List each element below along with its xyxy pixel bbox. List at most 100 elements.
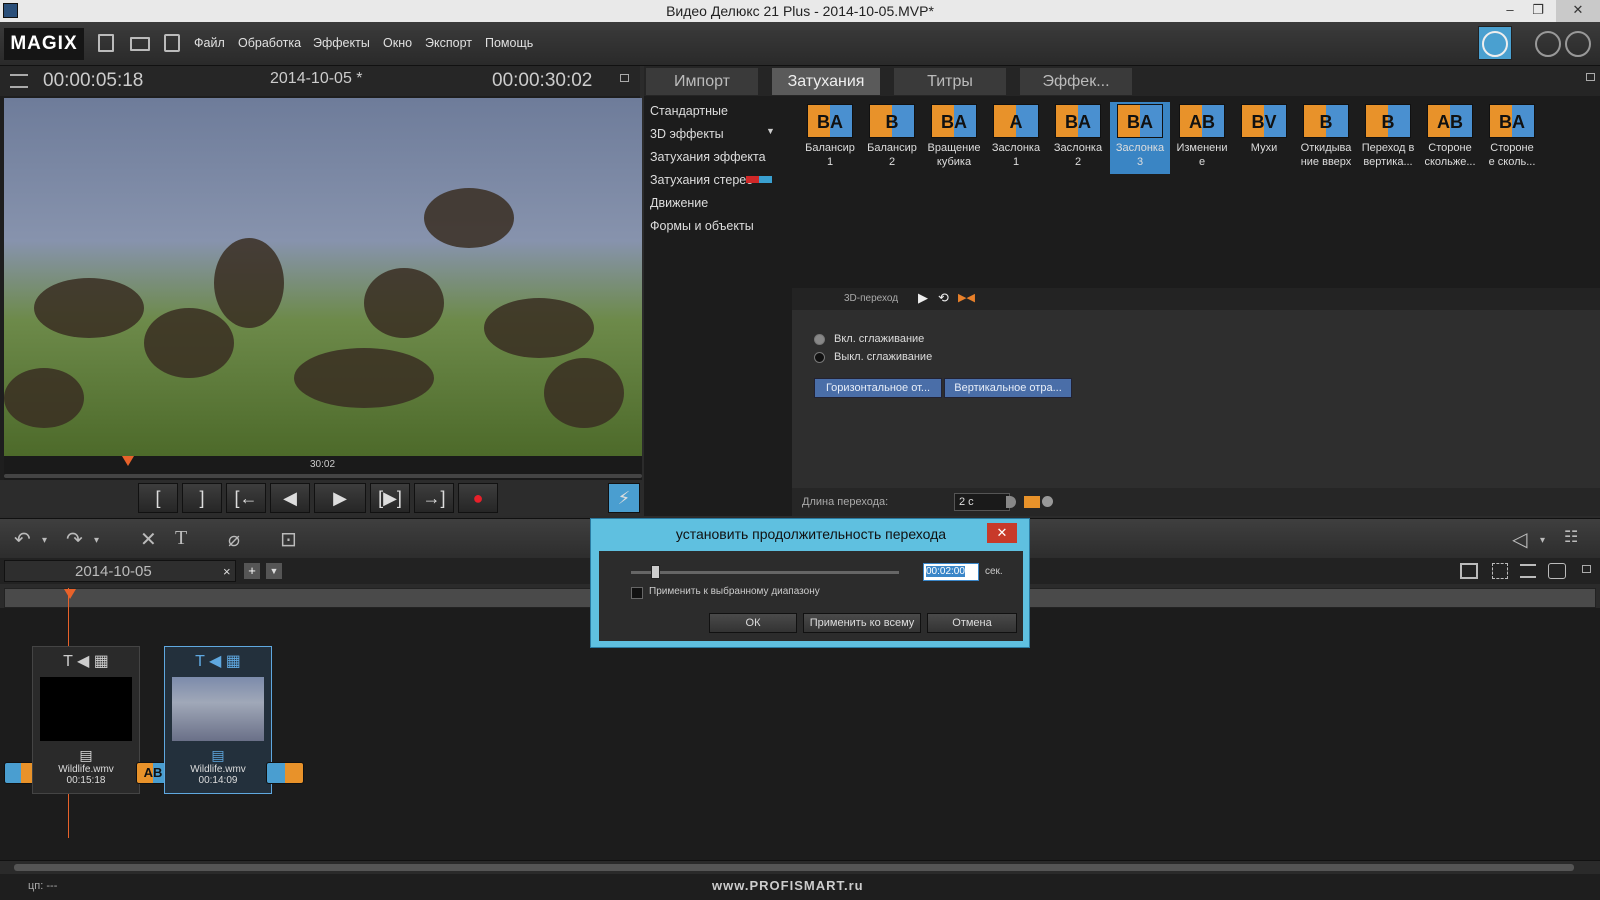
redo-icon[interactable]: ↷ (66, 527, 83, 552)
chevron-down-icon[interactable]: ▾ (94, 535, 99, 546)
online-icon[interactable] (1565, 31, 1591, 57)
transition-tile[interactable]: AB Стороне скольже... (1420, 102, 1480, 169)
transition-tile[interactable]: BA Балансир 1 (800, 102, 860, 169)
snapshot-icon[interactable]: ⊡ (280, 527, 297, 552)
storyboard-view-icon[interactable] (1492, 563, 1508, 579)
save-icon[interactable] (164, 34, 180, 52)
category-stereo-fades[interactable]: Затухания стерео (650, 173, 753, 187)
title-icon[interactable]: T (195, 653, 204, 670)
timeline-clip[interactable]: T ◀ ▦ ▤ Wildlife.wmv 00:15:18 (32, 646, 140, 794)
single-view-icon[interactable] (1460, 563, 1478, 579)
mixer-icon[interactable]: ☷ (1564, 527, 1578, 547)
title-icon[interactable]: T (175, 527, 187, 550)
ok-button[interactable]: ОК (709, 613, 797, 633)
tab-effects[interactable]: Эффек... (1020, 68, 1132, 95)
horizontal-scrollbar[interactable] (0, 860, 1600, 874)
menu-icon[interactable] (10, 74, 28, 88)
transition-tile[interactable]: AB Изменени е (1172, 102, 1232, 169)
category-shapes[interactable]: Формы и объекты (650, 219, 754, 233)
duration-input[interactable]: 00:02:00 (923, 563, 979, 581)
overview-icon[interactable] (1548, 563, 1566, 579)
mark-in-button[interactable]: [ (138, 483, 178, 513)
flip-vertical-button[interactable]: Вертикальное отра... (944, 378, 1072, 398)
close-button[interactable]: ✕ (1556, 0, 1600, 22)
undo-icon[interactable]: ↶ (14, 527, 31, 552)
duration-slider-track[interactable] (631, 571, 899, 574)
radio-smoothing-off[interactable] (814, 352, 825, 363)
length-spin-icon[interactable] (1006, 496, 1016, 508)
transition-tile[interactable]: BV Мухи (1234, 102, 1294, 155)
menu-export[interactable]: Экспорт (425, 36, 472, 50)
speaker-icon[interactable]: ◁ (1512, 527, 1527, 552)
scrub-bar[interactable]: 30:02 (4, 456, 642, 480)
title-icon[interactable]: T (63, 653, 72, 670)
previous-frame-button[interactable]: ◀ (270, 483, 310, 513)
transition-tile[interactable]: BA Заслонка 2 (1048, 102, 1108, 169)
minimize-button[interactable]: – (1496, 0, 1524, 22)
menu-help[interactable]: Помощь (485, 36, 533, 50)
maximize-button[interactable]: ❐ (1524, 0, 1552, 22)
menu-edit[interactable]: Обработка (238, 36, 301, 50)
flip-horizontal-button[interactable]: Горизонтальное от... (814, 378, 942, 398)
tab-titles[interactable]: Титры (894, 68, 1006, 95)
transition-tile[interactable]: BA Вращение кубика (924, 102, 984, 169)
transition-tile[interactable]: B Откидыва ние вверх (1296, 102, 1356, 169)
effects-icon[interactable]: ▦ (226, 653, 241, 670)
category-effect-fades[interactable]: Затухания эффекта (650, 150, 766, 164)
category-standard[interactable]: Стандартные (650, 104, 728, 118)
go-to-start-button[interactable]: [← (226, 483, 266, 513)
next-frame-button[interactable]: [▶] (370, 483, 410, 513)
transition-tile-selected[interactable]: BA Заслонка 3 (1110, 102, 1170, 174)
go-to-end-button[interactable]: →] (414, 483, 454, 513)
play-icon[interactable]: ▶ (918, 290, 928, 306)
timeline-view-icon[interactable] (1520, 564, 1536, 578)
cancel-button[interactable]: Отмена (927, 613, 1017, 633)
transition-icon[interactable]: ▶◀ (958, 291, 975, 304)
apply-range-checkbox[interactable] (631, 587, 643, 599)
delete-icon[interactable]: ✕ (140, 527, 157, 552)
apply-all-button[interactable]: Применить ко всему (803, 613, 921, 633)
audio-icon[interactable]: ◀ (77, 653, 89, 670)
category-motion[interactable]: Движение (650, 196, 708, 210)
playhead-marker[interactable] (64, 589, 76, 599)
clock-icon[interactable] (1042, 496, 1053, 507)
new-file-icon[interactable] (98, 34, 114, 52)
duration-slider-handle[interactable] (651, 565, 660, 579)
undock-icon[interactable] (620, 74, 629, 82)
transition-marker[interactable] (266, 762, 304, 784)
scrub-track[interactable] (4, 474, 642, 478)
chevron-down-icon[interactable]: ▾ (1540, 535, 1545, 546)
loop-icon[interactable]: ⟲ (938, 290, 949, 306)
effects-icon[interactable]: ▦ (94, 653, 109, 670)
dialog-close-button[interactable]: ✕ (987, 523, 1017, 543)
mark-out-button[interactable]: ] (182, 483, 222, 513)
tab-transitions[interactable]: Затухания (772, 68, 880, 95)
cut-icon[interactable]: ⌀ (228, 527, 240, 552)
audio-icon[interactable]: ◀ (209, 653, 221, 670)
radio-smoothing-on[interactable] (814, 334, 825, 345)
chevron-down-icon[interactable]: ▼ (266, 563, 282, 579)
undock-icon[interactable] (1586, 73, 1595, 81)
menu-file[interactable]: Файл (194, 36, 225, 50)
timeline-clip-selected[interactable]: T ◀ ▦ ▤ Wildlife.wmv 00:14:09 (164, 646, 272, 794)
transition-tile[interactable]: A Заслонка 1 (986, 102, 1046, 169)
open-folder-icon[interactable] (130, 37, 150, 51)
menu-window[interactable]: Окно (383, 36, 412, 50)
tab-import[interactable]: Импорт (646, 68, 758, 95)
length-input[interactable]: 2 с (954, 493, 1010, 511)
ab-icon[interactable] (1024, 496, 1040, 508)
transition-tile[interactable]: B Балансир 2 (862, 102, 922, 169)
transition-tile[interactable]: B Переход в вертика... (1358, 102, 1418, 169)
close-icon[interactable]: × (223, 564, 231, 579)
movie-mode-button[interactable] (1478, 26, 1512, 60)
play-button[interactable]: ▶ (314, 483, 366, 513)
disc-icon[interactable] (1535, 31, 1561, 57)
chevron-down-icon[interactable]: ▾ (42, 535, 47, 546)
scrollbar-thumb[interactable] (14, 864, 1574, 871)
add-project-button[interactable]: + (244, 563, 260, 579)
chevron-down-icon[interactable]: ▼ (766, 126, 775, 136)
playhead-marker[interactable] (122, 456, 134, 466)
category-3d[interactable]: 3D эффекты (650, 127, 724, 141)
transition-tile[interactable]: BA Стороне е сколь... (1482, 102, 1542, 169)
lightning-button[interactable]: ⚡ (608, 483, 640, 513)
